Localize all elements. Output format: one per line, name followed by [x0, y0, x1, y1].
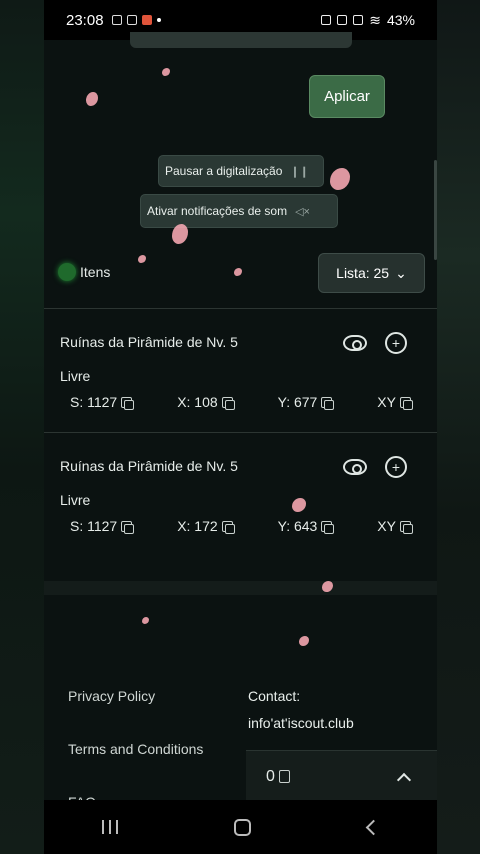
coordinates-row: S: 1127 X: 172 Y: 643 XY	[70, 518, 413, 534]
copy-icon	[121, 520, 135, 534]
divider	[44, 308, 437, 309]
items-label: Itens	[80, 264, 111, 280]
result-card: Ruínas da Pirâmide de Nv. 5 + Livre S: 1…	[44, 434, 437, 556]
petal-decoration	[142, 617, 149, 624]
previous-field[interactable]	[130, 32, 352, 48]
more-notifications-dot	[156, 18, 161, 22]
copy-icon	[399, 520, 413, 534]
sound-notifications-button[interactable]: Ativar notificações de som ◁×	[140, 194, 338, 228]
notification-icons	[111, 15, 161, 25]
result-actions: +	[343, 456, 407, 478]
status-indicator	[58, 263, 76, 281]
eye-icon[interactable]	[343, 335, 367, 351]
coord-s-value: S: 1127	[70, 518, 118, 534]
sound-notifications-label: Ativar notificações de som	[147, 204, 288, 218]
plus-circle-icon[interactable]: +	[385, 332, 407, 354]
copy-icon	[121, 396, 135, 410]
home-button[interactable]	[234, 818, 252, 836]
mute-icon	[353, 15, 364, 25]
coord-xy[interactable]: XY	[377, 518, 413, 534]
alarm-icon	[337, 15, 348, 25]
petal-decoration	[162, 68, 170, 76]
result-title: Ruínas da Pirâmide de Nv. 5	[60, 458, 238, 474]
coord-xy-value: XY	[377, 394, 396, 410]
petal-decoration	[299, 636, 309, 646]
result-card: Ruínas da Pirâmide de Nv. 5 + Livre S: 1…	[44, 310, 437, 432]
coord-x-value: X: 108	[177, 394, 218, 410]
copy-icon	[221, 520, 235, 534]
pause-scan-label: Pausar a digitalização	[165, 164, 283, 178]
petal-decoration	[234, 268, 242, 276]
coord-y-value: Y: 643	[277, 518, 318, 534]
phone-screen: 23:08 ≋ 43% Aplicar Pausar a digitalizaç…	[44, 0, 437, 854]
divider	[44, 432, 437, 433]
result-actions: +	[343, 332, 407, 354]
petal-decoration	[138, 255, 146, 263]
notification-icon	[111, 15, 122, 25]
list-size-dropdown[interactable]: Lista: 25 ⌄	[318, 253, 425, 293]
coord-y-value: Y: 677	[277, 394, 318, 410]
coord-y[interactable]: Y: 643	[277, 518, 335, 534]
wifi-icon: ≋	[369, 11, 381, 28]
pause-icon: ❙❙	[290, 165, 309, 178]
lock-icon	[321, 15, 332, 25]
selection-count: 0	[266, 768, 290, 786]
coord-y[interactable]: Y: 677	[277, 394, 335, 410]
footer-separator	[44, 581, 437, 595]
copy-icon	[321, 520, 335, 534]
coord-s[interactable]: S: 1127	[70, 394, 135, 410]
chevron-up-icon[interactable]	[396, 772, 412, 787]
items-header: Itens	[58, 263, 110, 281]
pause-scan-button[interactable]: Pausar a digitalização ❙❙	[158, 155, 324, 187]
contact-label: Contact:	[248, 688, 301, 704]
petal-decoration	[86, 92, 98, 106]
system-icons: ≋ 43%	[321, 12, 415, 29]
copy-icon	[399, 396, 413, 410]
list-size-label: Lista: 25	[336, 265, 390, 281]
result-status: Livre	[60, 492, 91, 508]
plus-circle-icon[interactable]: +	[385, 456, 407, 478]
apply-button[interactable]: Aplicar	[309, 75, 385, 118]
result-title: Ruínas da Pirâmide de Nv. 5	[60, 334, 238, 350]
petal-decoration	[330, 168, 350, 190]
result-status: Livre	[60, 368, 91, 384]
privacy-policy-link[interactable]: Privacy Policy	[68, 688, 155, 704]
back-button[interactable]	[365, 819, 382, 835]
coord-x-value: X: 172	[177, 518, 218, 534]
copy-icon	[321, 396, 335, 410]
coord-s-value: S: 1127	[70, 394, 118, 410]
backdrop-left	[0, 0, 44, 854]
battery-level: 43%	[386, 12, 415, 28]
coord-s[interactable]: S: 1127	[70, 518, 135, 534]
eye-icon[interactable]	[343, 459, 367, 475]
selection-panel[interactable]: 0	[246, 750, 437, 802]
contact-email[interactable]: info'at'iscout.club	[248, 715, 354, 731]
coord-x[interactable]: X: 172	[177, 518, 235, 534]
scrollbar[interactable]	[434, 160, 437, 260]
android-nav-bar	[44, 800, 437, 854]
coordinates-row: S: 1127 X: 108 Y: 677 XY	[70, 394, 413, 410]
gallery-icon	[126, 15, 137, 25]
terms-link[interactable]: Terms and Conditions	[68, 741, 203, 757]
app-notification-icon	[141, 15, 152, 25]
petal-decoration	[172, 224, 188, 244]
chevron-down-icon: ⌄	[395, 264, 407, 281]
speaker-mute-icon: ◁×	[295, 205, 310, 218]
coord-xy[interactable]: XY	[377, 394, 413, 410]
coord-xy-value: XY	[377, 518, 396, 534]
status-time: 23:08	[66, 11, 104, 29]
selection-count-value: 0	[266, 767, 275, 785]
clipboard-icon	[278, 770, 290, 783]
backdrop-right	[436, 0, 480, 854]
recent-apps-button[interactable]	[102, 820, 119, 834]
copy-icon	[221, 396, 235, 410]
coord-x[interactable]: X: 108	[177, 394, 235, 410]
